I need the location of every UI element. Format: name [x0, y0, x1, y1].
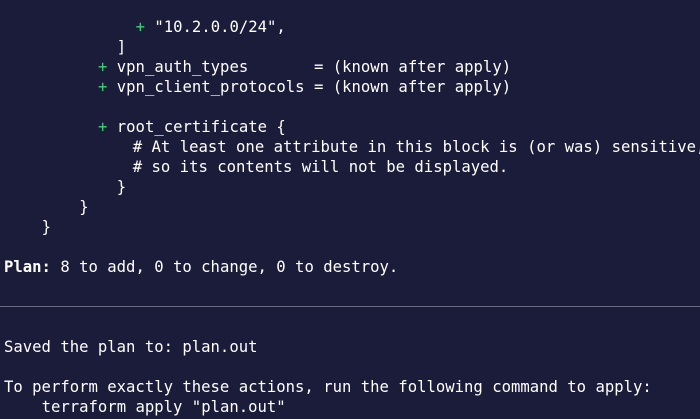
- close-brace: }: [41, 218, 51, 236]
- sensitive-comment: # At least one attribute in this block i…: [132, 138, 700, 156]
- output-line-root-certificate: + root_certificate {: [98, 117, 286, 137]
- apply-instructions-line: To perform exactly these actions, run th…: [4, 377, 652, 397]
- output-line-close-bracket: ]: [117, 37, 126, 57]
- attribute-value: = (known after apply): [313, 58, 512, 76]
- saved-plan-text: Saved the plan to: plan.out: [4, 338, 258, 356]
- close-brace: }: [116, 178, 127, 196]
- attribute-name: vpn_client_protocols: [116, 78, 305, 96]
- output-line-close-brace: }: [117, 177, 126, 197]
- output-line-comment: # At least one attribute in this block i…: [133, 137, 700, 157]
- plan-label: Plan:: [4, 258, 51, 276]
- plan-summary-text: 8 to add, 0 to change, 0 to destroy.: [60, 258, 399, 276]
- output-line-vpn-client-protocols: + vpn_client_protocols = (known after ap…: [98, 77, 511, 97]
- apply-command-line[interactable]: terraform apply "plan.out": [42, 397, 286, 417]
- block-header: root_certificate {: [116, 118, 286, 136]
- close-bracket: ]: [116, 38, 127, 56]
- plus-marker: +: [98, 78, 108, 96]
- plus-marker: +: [135, 18, 145, 36]
- plan-summary: Plan: 8 to add, 0 to change, 0 to destro…: [4, 257, 398, 277]
- close-brace: }: [79, 198, 89, 216]
- output-line-comment: # so its contents will not be displayed.: [133, 157, 509, 177]
- cidr-value: "10.2.0.0/24",: [154, 18, 286, 36]
- output-line-close-brace: }: [42, 217, 51, 237]
- plus-marker: +: [98, 118, 108, 136]
- attribute-name: vpn_auth_types: [116, 58, 249, 76]
- attribute-value: = (known after apply): [313, 78, 512, 96]
- output-line-cidr: + "10.2.0.0/24",: [136, 17, 286, 37]
- apply-command[interactable]: terraform apply "plan.out": [42, 398, 286, 416]
- output-line-vpn-auth-types: + vpn_auth_types = (known after apply): [98, 57, 511, 77]
- divider: [0, 306, 700, 307]
- saved-plan-line: Saved the plan to: plan.out: [4, 337, 257, 357]
- sensitive-comment: # so its contents will not be displayed.: [132, 158, 509, 176]
- plus-marker: +: [98, 58, 108, 76]
- output-line-close-brace: }: [79, 197, 88, 217]
- apply-instructions-text: To perform exactly these actions, run th…: [4, 378, 652, 396]
- terminal-window[interactable]: + "10.2.0.0/24", ] + vpn_auth_types = (k…: [0, 0, 700, 419]
